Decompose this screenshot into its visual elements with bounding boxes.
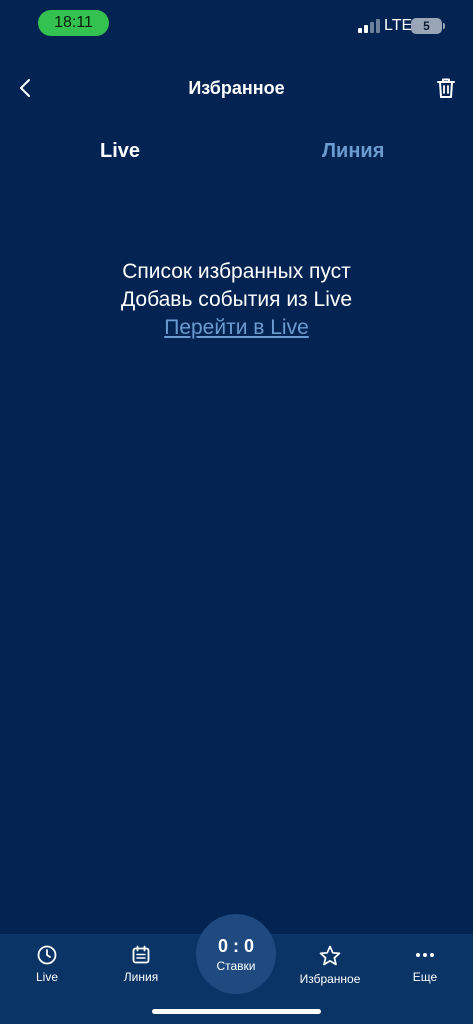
more-dots-icon bbox=[416, 953, 434, 957]
bets-button[interactable]: 0 : 0 Ставки bbox=[196, 914, 276, 994]
status-bar: 18:11 LTE 5 bbox=[0, 0, 473, 48]
favorites-tabs: Live Линия bbox=[0, 130, 473, 174]
header: Избранное bbox=[0, 64, 473, 112]
delete-favorites-button[interactable] bbox=[433, 75, 459, 101]
bets-label: Ставки bbox=[216, 959, 256, 973]
nav-label: Избранное bbox=[299, 972, 361, 986]
favorites-screen: 18:11 LTE 5 Избранное Live Линия Список … bbox=[0, 0, 473, 1024]
tab-line[interactable]: Линия bbox=[322, 140, 384, 163]
page-title: Избранное bbox=[188, 78, 285, 98]
nav-item-line[interactable]: Линия bbox=[96, 944, 186, 984]
home-indicator[interactable] bbox=[152, 1009, 321, 1014]
signal-strength-icon bbox=[358, 19, 380, 33]
nav-item-live[interactable]: Live bbox=[2, 944, 92, 984]
nav-label: Линия bbox=[123, 970, 159, 984]
trash-icon bbox=[437, 78, 455, 98]
clock-icon bbox=[37, 945, 57, 965]
network-type: LTE bbox=[384, 17, 413, 34]
empty-hint: Добавь события из Live bbox=[120, 288, 353, 311]
empty-message: Список избранных пуст bbox=[122, 260, 351, 283]
status-time: 18:11 bbox=[38, 10, 109, 36]
battery-level: 5 bbox=[423, 19, 430, 33]
empty-state: Список избранных пуст Добавь события из … bbox=[0, 258, 473, 342]
nav-item-favorites[interactable]: Избранное bbox=[285, 944, 375, 986]
nav-label: Live bbox=[35, 970, 58, 984]
tab-live[interactable]: Live bbox=[100, 140, 140, 163]
battery-icon: 5 bbox=[411, 18, 445, 34]
calendar-icon bbox=[132, 945, 150, 964]
nav-label: Еще bbox=[412, 970, 438, 984]
go-to-live-link[interactable]: Перейти в Live bbox=[164, 314, 309, 342]
nav-item-more[interactable]: Еще bbox=[380, 944, 470, 984]
star-icon bbox=[319, 945, 341, 966]
bets-score: 0 : 0 bbox=[217, 936, 255, 956]
